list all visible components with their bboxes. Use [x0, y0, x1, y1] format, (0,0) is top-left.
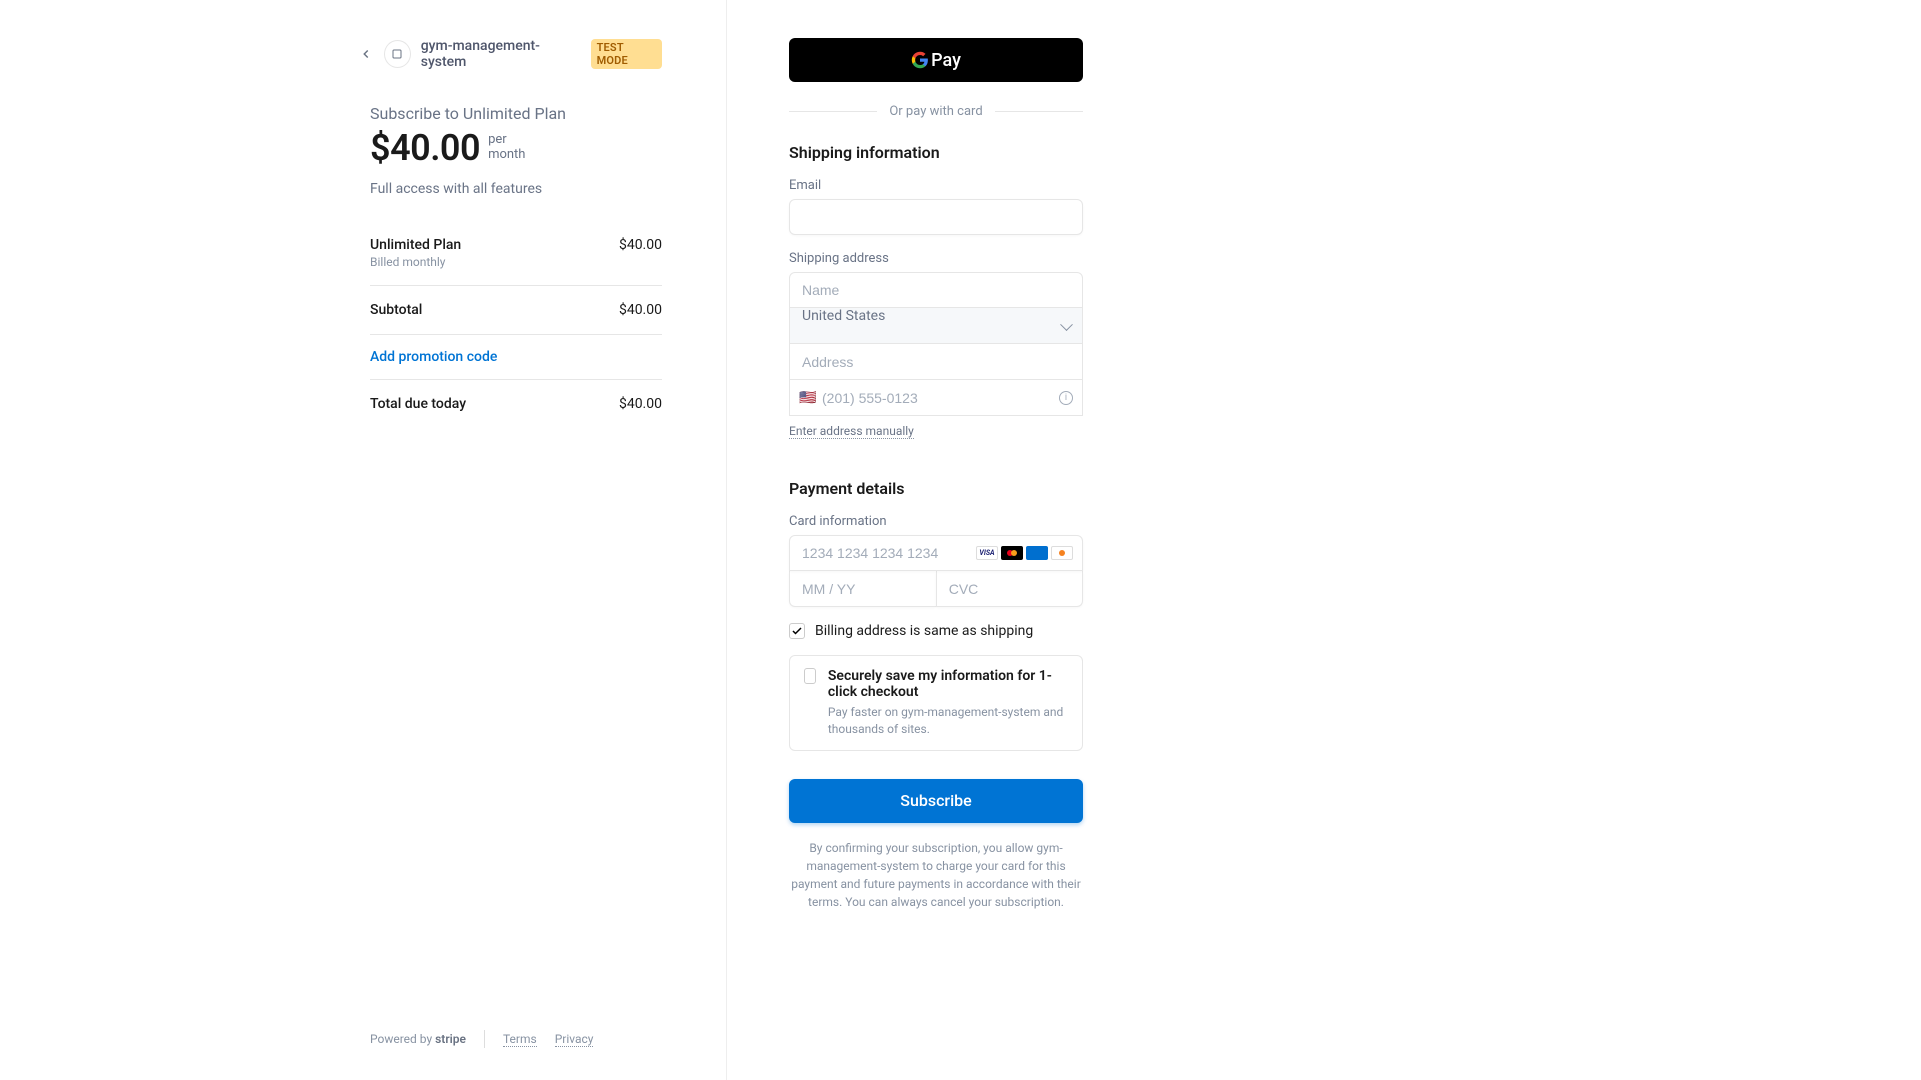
plan-billing-note: Billed monthly: [370, 255, 662, 269]
subscribe-title: Subscribe to Unlimited Plan: [370, 104, 662, 123]
subtotal-row: Subtotal $40.00: [370, 286, 662, 334]
enter-address-manually-link[interactable]: Enter address manually: [789, 424, 914, 439]
billing-same-checkbox-row[interactable]: Billing address is same as shipping: [789, 623, 1083, 639]
interval-line1: per: [488, 132, 507, 147]
footer: Powered by stripe Terms Privacy: [370, 1030, 662, 1048]
price-row: $40.00 per month: [370, 127, 662, 169]
subtotal-label: Subtotal: [370, 302, 422, 318]
shipping-section-title: Shipping information: [789, 143, 1083, 162]
card-expiry-input[interactable]: [789, 571, 936, 607]
stripe-logo-text: stripe: [435, 1032, 466, 1046]
or-text: Or pay with card: [889, 104, 982, 119]
add-promotion-code-link[interactable]: Add promotion code: [370, 335, 662, 379]
gpay-icon: Pay: [911, 50, 961, 71]
billing-same-checkbox[interactable]: [789, 623, 805, 639]
mastercard-icon: [1001, 546, 1023, 560]
merchant-name: gym-management-system: [421, 38, 581, 70]
info-icon[interactable]: i: [1059, 391, 1073, 405]
save-info-box[interactable]: Securely save my information for 1-click…: [789, 655, 1083, 751]
price-amount: $40.00: [370, 127, 480, 169]
total-label: Total due today: [370, 396, 466, 412]
line-item-plan: Unlimited Plan $40.00: [370, 229, 662, 253]
interval-line2: month: [488, 147, 525, 162]
card-label: Card information: [789, 514, 1083, 529]
discover-icon: [1051, 546, 1073, 560]
plan-description: Full access with all features: [370, 181, 662, 197]
merchant-header: gym-management-system TEST MODE: [358, 38, 662, 70]
email-field-block: Email: [789, 178, 1083, 235]
subscribe-button[interactable]: Subscribe: [789, 779, 1083, 823]
phone-input[interactable]: [789, 380, 1083, 416]
payment-form-pane: Pay Or pay with card Shipping informatio…: [727, 0, 1147, 1080]
country-select[interactable]: United States: [789, 308, 1083, 344]
email-input[interactable]: [789, 199, 1083, 235]
merchant-logo-icon: [384, 40, 411, 68]
amex-icon: [1026, 546, 1048, 560]
flag-icon[interactable]: 🇺🇸: [799, 390, 816, 406]
visa-icon: VISA: [976, 546, 998, 560]
address-input[interactable]: [789, 344, 1083, 380]
or-divider: Or pay with card: [789, 104, 1083, 119]
total-amount: $40.00: [619, 396, 662, 412]
save-info-desc: Pay faster on gym-management-system and …: [828, 704, 1068, 738]
plan-name: Unlimited Plan: [370, 237, 461, 253]
shipping-address-label: Shipping address: [789, 251, 1083, 266]
price-interval: per month: [488, 133, 525, 163]
save-info-title: Securely save my information for 1-click…: [828, 668, 1068, 700]
payment-section-title: Payment details: [789, 479, 1083, 498]
test-mode-badge: TEST MODE: [591, 39, 662, 69]
powered-by-label: Powered by: [370, 1032, 432, 1046]
terms-link[interactable]: Terms: [503, 1032, 537, 1047]
total-row: Total due today $40.00: [370, 380, 662, 428]
plan-price: $40.00: [619, 237, 662, 253]
powered-by-text: Powered by stripe: [370, 1032, 466, 1046]
legal-text: By confirming your subscription, you all…: [789, 839, 1083, 911]
gpay-label: Pay: [931, 50, 961, 71]
subtotal-amount: $40.00: [619, 302, 662, 318]
footer-divider: [484, 1030, 485, 1048]
billing-same-label: Billing address is same as shipping: [815, 623, 1033, 639]
card-cvc-input[interactable]: [936, 571, 1083, 607]
google-pay-button[interactable]: Pay: [789, 38, 1083, 82]
email-label: Email: [789, 178, 1083, 193]
card-field-block: Card information VISA: [789, 514, 1083, 607]
card-brand-icons: VISA: [976, 546, 1073, 560]
privacy-link[interactable]: Privacy: [555, 1032, 594, 1047]
back-arrow-icon[interactable]: [358, 46, 374, 62]
save-info-checkbox[interactable]: [804, 668, 816, 684]
shipping-address-block: Shipping address United States 🇺🇸 i Ente…: [789, 251, 1083, 463]
order-summary-pane: gym-management-system TEST MODE Subscrib…: [0, 0, 727, 1080]
name-input[interactable]: [789, 272, 1083, 308]
